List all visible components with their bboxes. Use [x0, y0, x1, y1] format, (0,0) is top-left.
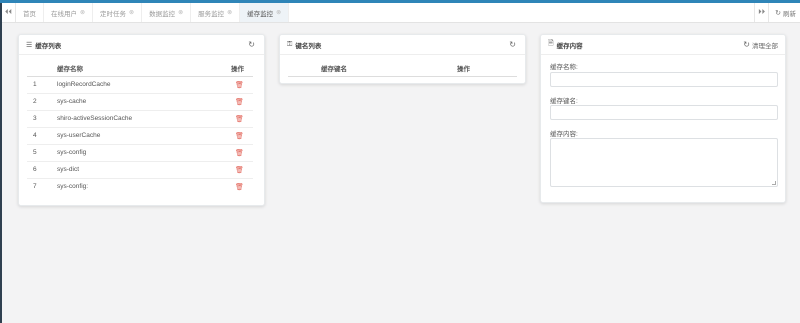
cache-list-panel: ☰ 缓存列表 ↻ 缓存名称 操作 1 loginRecordCache 🗑 2 sys-c…: [18, 34, 265, 206]
cache-name-cell: sys-config:: [57, 183, 89, 191]
panel-title: ⚿ 键名列表: [287, 40, 322, 50]
action-header: 操作: [231, 66, 244, 74]
table-row[interactable]: 4 sys-userCache 🗑: [27, 127, 253, 144]
cache-name-cell: sys-userCache: [57, 132, 101, 139]
cache-name-cell: sys-dict: [57, 166, 80, 173]
row-index: 7: [33, 183, 37, 191]
trash-icon[interactable]: 🗑: [235, 167, 244, 174]
panel-header: ⚿ 键名列表 ↻: [280, 35, 525, 55]
double-chevron-right-icon: ⏵⏵: [758, 8, 766, 16]
cache-key-label: 缓存键名:: [550, 98, 578, 105]
key-icon: ⚿: [287, 40, 293, 48]
cache-content-textarea[interactable]: [550, 138, 778, 187]
panel-title: 🗎 缓存内容: [548, 40, 583, 50]
trash-icon[interactable]: 🗑: [235, 116, 244, 123]
tab-online-users[interactable]: 在线用户 ⊗: [44, 3, 94, 22]
tab-bar-tools: ⏵⏵ ↻ 刷新: [754, 3, 800, 22]
sidebar-edge: [0, 3, 2, 323]
trash-icon[interactable]: 🗑: [235, 150, 244, 157]
trash-icon[interactable]: 🗑: [235, 82, 244, 89]
trash-icon[interactable]: 🗑: [235, 99, 244, 106]
close-icon[interactable]: ⊗: [227, 9, 232, 16]
refresh-icon: ↻: [743, 40, 750, 49]
refresh-key-list-button[interactable]: ↻: [509, 40, 518, 49]
panel-title: ☰ 缓存列表: [26, 41, 62, 50]
cache-key-header: 缓存键名: [321, 66, 347, 74]
refresh-icon: ↻: [509, 40, 516, 49]
cache-list-table: 缓存名称 操作 1 loginRecordCache 🗑 2 sys-cache 🗑 3 sh…: [27, 61, 253, 195]
table-row[interactable]: 5 sys-config 🗑: [27, 144, 253, 161]
table-header-row: 缓存名称 操作: [27, 61, 253, 76]
trash-icon[interactable]: 🗑: [235, 133, 244, 140]
tab-scheduled-jobs[interactable]: 定时任务 ⊗: [93, 3, 143, 22]
scroll-right-button[interactable]: ⏵⏵: [754, 3, 768, 22]
resize-handle[interactable]: [772, 181, 776, 185]
close-icon[interactable]: ⊗: [276, 9, 281, 16]
table-row[interactable]: 1 loginRecordCache 🗑: [27, 76, 253, 93]
table-row[interactable]: 7 sys-config: 🗑: [27, 178, 253, 195]
close-icon[interactable]: ⊗: [178, 9, 183, 16]
refresh-button[interactable]: ↻ 刷新: [768, 3, 800, 22]
key-list-table: 缓存键名 操作: [288, 61, 517, 77]
cache-name-cell: loginRecordCache: [57, 81, 111, 88]
cache-key-input[interactable]: [550, 105, 778, 120]
tab-data-monitor[interactable]: 数据监控 ⊗: [142, 3, 192, 22]
document-icon: 🗎: [548, 40, 554, 47]
tab-server-monitor[interactable]: 服务监控 ⊗: [191, 3, 241, 22]
cache-name-header: 缓存名称: [57, 66, 83, 74]
panel-header: ☰ 缓存列表 ↻: [19, 35, 264, 55]
refresh-icon: ↻: [248, 40, 255, 49]
tab-cache-monitor[interactable]: 缓存监控 ⊗: [240, 3, 290, 22]
cache-name-cell: shiro-activeSessionCache: [57, 115, 133, 122]
index-header: [27, 61, 57, 76]
tab-list: 首页 在线用户 ⊗ 定时任务 ⊗ 数据监控 ⊗ 服务监控 ⊗ 缓存监控 ⊗: [16, 3, 754, 22]
clear-all-button[interactable]: ↻ 清理全部: [743, 40, 778, 50]
index-header: [288, 61, 321, 76]
key-list-panel: ⚿ 键名列表 ↻ 缓存键名 操作: [279, 34, 526, 84]
row-index: 2: [33, 98, 37, 105]
tab-bar: ⏴⏴ 首页 在线用户 ⊗ 定时任务 ⊗ 数据监控 ⊗ 服务监控 ⊗ 缓存监控 ⊗ ⏵⏵ ↻…: [2, 3, 800, 23]
cache-content-panel: 🗎 缓存内容 ↻ 清理全部 缓存名称: 缓存键名: 缓存内容:: [540, 34, 786, 203]
action-header: 操作: [457, 66, 470, 74]
double-chevron-left-icon: ⏴⏴: [5, 8, 12, 16]
table-row[interactable]: 2 sys-cache 🗑: [27, 93, 253, 110]
row-index: 6: [33, 166, 37, 173]
cache-name-cell: sys-cache: [57, 98, 87, 105]
tab-home[interactable]: 首页: [16, 3, 44, 22]
list-icon: ☰: [26, 41, 33, 49]
cache-name-label: 缓存名称:: [550, 64, 578, 71]
cache-name-input[interactable]: [550, 72, 778, 87]
table-row[interactable]: 6 sys-dict 🗑: [27, 161, 253, 178]
trash-icon[interactable]: 🗑: [235, 184, 244, 191]
table-row[interactable]: 3 shiro-activeSessionCache 🗑: [27, 110, 253, 127]
panel-header: 🗎 缓存内容 ↻ 清理全部: [541, 35, 785, 55]
close-icon[interactable]: ⊗: [129, 9, 134, 16]
refresh-icon: ↻: [775, 9, 781, 17]
row-index: 4: [33, 132, 37, 139]
cache-name-cell: sys-config: [57, 149, 87, 156]
row-index: 1: [33, 81, 37, 88]
row-index: 5: [33, 149, 37, 156]
table-header-row: 缓存键名 操作: [288, 61, 517, 76]
refresh-cache-list-button[interactable]: ↻: [248, 40, 257, 49]
close-icon[interactable]: ⊗: [80, 9, 85, 16]
scroll-left-button[interactable]: ⏴⏴: [2, 3, 16, 22]
cache-content-label: 缓存内容:: [550, 131, 578, 138]
row-index: 3: [33, 115, 37, 122]
